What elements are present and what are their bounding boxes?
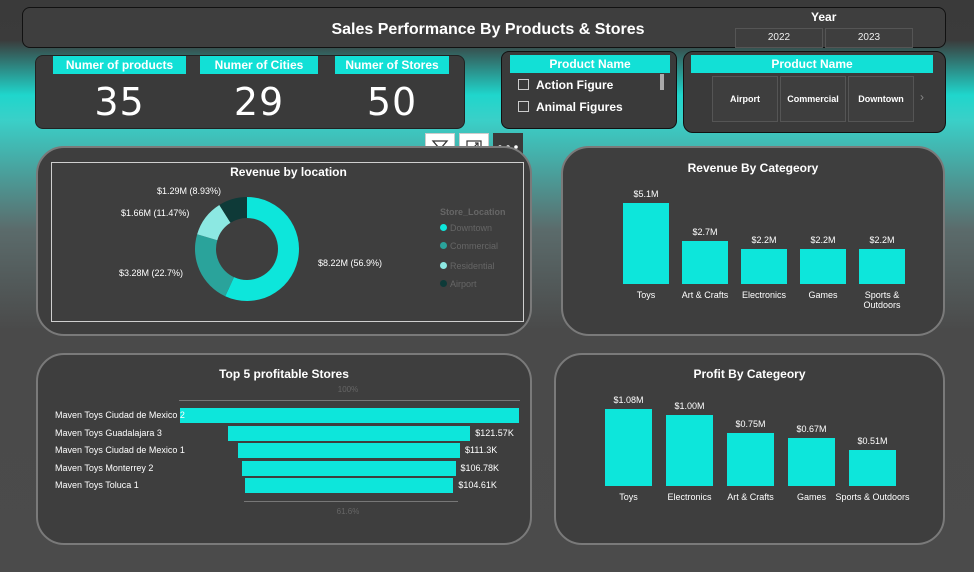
data-label: $2.7M xyxy=(692,227,718,238)
legend-label: Residential xyxy=(450,261,495,271)
profit-by-category-chart[interactable]: $1.08M Toys $1.00M Electronics $0.75M Art & C… xyxy=(556,355,943,543)
bar-toys[interactable] xyxy=(605,409,652,486)
store-bar[interactable] xyxy=(179,408,519,423)
product-option-label: Animal Figures xyxy=(536,100,623,114)
bar-games[interactable] xyxy=(800,249,846,284)
donut-slice-commercial[interactable] xyxy=(195,234,235,297)
legend-label: Downtown xyxy=(450,223,493,233)
data-label: $2.2M xyxy=(869,235,895,246)
data-label: $0.67M xyxy=(796,424,827,435)
data-label: $1.00M xyxy=(674,400,705,411)
legend-item-residential[interactable]: Residential xyxy=(440,261,495,271)
store-name-label: Maven Toys Toluca 1 xyxy=(55,480,139,490)
slice-label-commercial: $3.28M (22.7%) xyxy=(119,268,184,278)
legend-title: Store_Location xyxy=(440,207,506,217)
category-label: Sports & Outdoors xyxy=(863,290,901,310)
category-label: Sports & Outdoors xyxy=(835,492,910,502)
legend-item-airport[interactable]: Airport xyxy=(440,279,477,289)
kpi-label-cities: Numer of Cities xyxy=(200,56,318,74)
slice-label-residential: $1.66M (11.47%) xyxy=(121,208,190,218)
data-label: $5.1M xyxy=(633,189,659,199)
bar-art-crafts[interactable] xyxy=(727,432,774,486)
legend-dot-icon xyxy=(440,224,447,231)
year-slicer-label: Year xyxy=(811,10,837,24)
product-option-action-figure[interactable]: Action Figure xyxy=(518,78,613,92)
chevron-right-icon[interactable]: › xyxy=(920,90,924,104)
year-option-2022[interactable]: 2022 xyxy=(735,28,823,48)
kpi-value-cities: 29 xyxy=(233,80,285,124)
tile-airport[interactable]: Airport xyxy=(712,76,778,122)
location-slicer-title: Product Name xyxy=(691,55,933,73)
slice-label-airport: $1.29M (8.93%) xyxy=(157,186,222,196)
store-name-label: Maven Toys Ciudad de Mexico 2 xyxy=(55,410,185,420)
kpi-value-products: 35 xyxy=(94,80,145,124)
product-option-animal-figures[interactable]: Animal Figures xyxy=(518,100,623,114)
slicer-scrollbar[interactable] xyxy=(660,74,664,90)
data-label: $0.75M xyxy=(735,418,766,429)
bar-toys[interactable] xyxy=(623,203,669,284)
tile-commercial[interactable]: Commercial xyxy=(780,76,846,122)
bar-electronics[interactable] xyxy=(741,249,787,284)
store-value-label: $111.3K xyxy=(465,445,498,455)
legend-label: Airport xyxy=(450,279,477,289)
store-value-label: $121.57K xyxy=(475,427,514,438)
revenue-by-category-panel: Revenue By Categeory $5.1M Toys $2.7M Art &… xyxy=(561,146,945,336)
product-slicer: Product Name Action Figure Animal Figure… xyxy=(501,51,677,129)
bar-art-crafts[interactable] xyxy=(682,241,728,284)
bar-electronics[interactable] xyxy=(666,414,713,486)
store-name-label: Maven Toys Guadalajara 3 xyxy=(55,427,162,438)
data-label: $0.51M xyxy=(857,435,888,446)
store-value-label: $106.78K xyxy=(460,462,500,473)
bar-sports-outdoors[interactable] xyxy=(859,249,905,284)
top-stores-panel: Top 5 profitable Stores 100% 61.6% Maven… xyxy=(36,353,532,545)
data-label: $1.08M xyxy=(613,395,644,405)
legend-item-commercial[interactable]: Commercial xyxy=(440,241,498,251)
profit-by-category-panel: Profit By Categeory $1.08M Toys $1.00M Elec… xyxy=(554,353,945,545)
kpi-label-products: Numer of products xyxy=(53,56,186,74)
legend-label: Commercial xyxy=(450,241,499,251)
kpi-value-stores: 50 xyxy=(366,80,418,124)
tile-downtown[interactable]: Downtown xyxy=(848,76,914,122)
top-stores-chart[interactable]: Maven Toys Ciudad de Mexico 2 Maven Toys … xyxy=(38,355,530,543)
legend-dot-icon xyxy=(440,280,447,287)
checkbox-icon[interactable] xyxy=(518,79,529,90)
store-bar[interactable] xyxy=(237,443,461,458)
kpi-label-stores: Numer of Stores xyxy=(335,56,449,74)
store-name-label: Maven Toys Ciudad de Mexico 1 xyxy=(55,445,185,455)
store-bar[interactable] xyxy=(227,425,471,441)
checkbox-icon[interactable] xyxy=(518,101,529,112)
bar-games[interactable] xyxy=(788,438,835,486)
store-bar[interactable] xyxy=(244,478,454,493)
location-tile-slicer: Product Name Airport Commercial Downtown… xyxy=(683,51,946,133)
revenue-by-category-chart[interactable]: $5.1M Toys $2.7M Art & Crafts $2.2M Electroni… xyxy=(563,148,943,334)
store-bar[interactable] xyxy=(242,460,456,476)
data-label: $2.2M xyxy=(810,235,836,246)
slice-label-downtown: $8.22M (56.9%) xyxy=(318,258,383,268)
bar-sports-outdoors[interactable] xyxy=(849,449,896,486)
product-option-label: Action Figure xyxy=(536,78,614,92)
kpi-cards: Numer of products 35 Numer of Cities 29 … xyxy=(35,55,465,129)
product-slicer-title: Product Name xyxy=(510,55,670,73)
year-option-2023[interactable]: 2023 xyxy=(825,28,913,48)
legend-dot-icon xyxy=(440,242,447,249)
legend-item-downtown[interactable]: Downtown xyxy=(440,223,492,233)
store-name-label: Maven Toys Monterrey 2 xyxy=(55,462,154,473)
revenue-by-location-visual[interactable]: Revenue by location $1.29M (8.93%) $1.66… xyxy=(51,162,524,322)
store-value-label: $104.61K xyxy=(458,480,497,490)
legend-dot-icon xyxy=(440,262,447,269)
data-label: $2.2M xyxy=(751,235,777,246)
